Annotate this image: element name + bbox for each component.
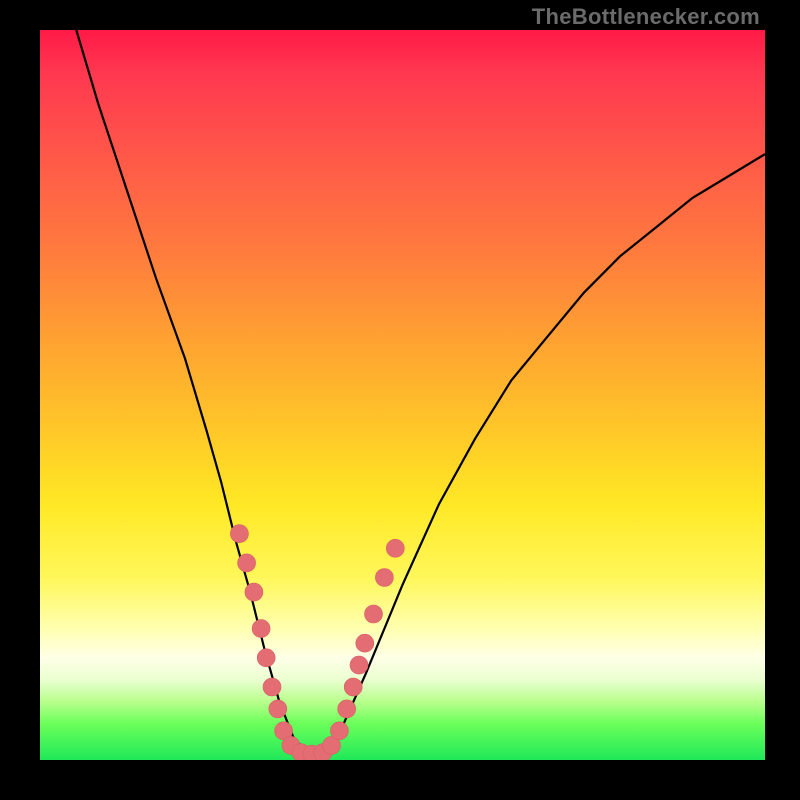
bottleneck-curve	[76, 30, 765, 753]
marker-dot	[252, 620, 270, 638]
marker-dot	[330, 722, 348, 740]
marker-dot	[386, 539, 404, 557]
marker-dot	[245, 583, 263, 601]
marker-dot	[230, 525, 248, 543]
chart-frame: TheBottlenecker.com	[0, 0, 800, 800]
plot-area	[40, 30, 765, 760]
marker-dot	[269, 700, 287, 718]
marker-dot	[257, 649, 275, 667]
marker-dot	[263, 678, 281, 696]
marker-dot	[375, 569, 393, 587]
marker-dot	[344, 678, 362, 696]
marker-dot	[350, 656, 368, 674]
marker-dot	[238, 554, 256, 572]
watermark-text: TheBottlenecker.com	[532, 4, 760, 30]
marker-dot	[365, 605, 383, 623]
curve-group	[76, 30, 765, 753]
marker-dot	[338, 700, 356, 718]
chart-svg	[40, 30, 765, 760]
marker-dot	[356, 634, 374, 652]
